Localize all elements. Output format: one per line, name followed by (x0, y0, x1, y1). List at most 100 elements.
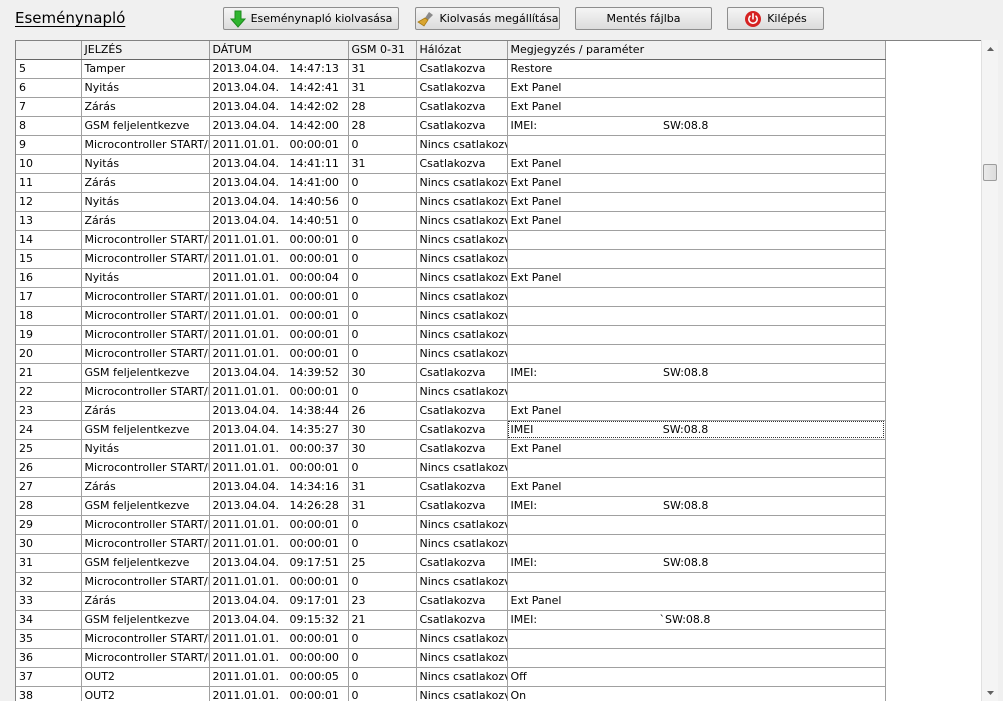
table-row[interactable]: 13 Zárás 2013.04.04. 14:40:51 0 Nincs csatla… (16, 211, 886, 231)
cell-note (507, 306, 886, 326)
table-row[interactable]: 29Microcontroller START/RESET2011.01.01.… (16, 515, 886, 535)
cell-gsm: 0 (348, 211, 417, 231)
table-header-row: JELZÉS DÁTUM GSM 0-31 Hálózat Megjegyzés… (16, 41, 886, 60)
table-row[interactable]: 17Microcontroller START/RESET2011.01.01.… (16, 287, 886, 307)
column-header-network[interactable]: Hálózat (416, 41, 508, 60)
cell-date: 2013.04.04. 14:41:11 (209, 154, 349, 174)
table-row[interactable]: 35Microcontroller START/RESET2011.01.01.… (16, 629, 886, 649)
table-row[interactable]: 37 OUT2 2011.01.01. 00:00:05 0 Nincs csatlak… (16, 667, 886, 687)
exit-button[interactable]: Kilépés (727, 7, 824, 30)
table-row[interactable]: 9Microcontroller START/RESET2011.01.01. … (16, 135, 886, 155)
table-row[interactable]: 28 GSM feljelentkezve 2013.04.04. 14:26:28… (16, 496, 886, 516)
cell-gsm: 30 (348, 420, 417, 440)
cell-note (507, 249, 886, 269)
cell-signal: Zárás (81, 477, 210, 497)
table-row[interactable]: 30Microcontroller START/RESET2011.01.01.… (16, 534, 886, 554)
table-row[interactable]: 26Microcontroller START/RESET2011.01.01.… (16, 458, 886, 478)
stop-reading-label: Kiolvasás megállítása (439, 12, 559, 25)
green-down-arrow-icon (229, 10, 246, 28)
cell-gsm: 0 (348, 306, 417, 326)
table-row[interactable]: 15Microcontroller START/RESET2011.01.01.… (16, 249, 886, 269)
cell-index: 35 (16, 629, 82, 649)
table-row[interactable]: 6 Nyitás 2013.04.04. 14:42:41 31 Csatlakozva… (16, 78, 886, 98)
save-to-file-button[interactable]: Mentés fájlba (575, 7, 712, 30)
cell-gsm: 26 (348, 401, 417, 421)
cell-network: Nincs csatlakozva (416, 230, 508, 250)
cell-note: Ext Panel (507, 591, 886, 611)
cell-signal: GSM feljelentkezve (81, 116, 210, 136)
cell-note: Ext Panel (507, 477, 886, 497)
vertical-scrollbar[interactable] (981, 40, 998, 701)
cell-signal: Zárás (81, 211, 210, 231)
cell-date: 2011.01.01. 00:00:01 (209, 135, 349, 155)
cell-date: 2011.01.01. 00:00:01 (209, 515, 349, 535)
cell-index: 36 (16, 648, 82, 668)
cell-index: 8 (16, 116, 82, 136)
read-log-label: Eseménynapló kiolvasása (250, 12, 393, 25)
cell-signal: Nyitás (81, 154, 210, 174)
cell-gsm: 25 (348, 553, 417, 573)
event-log-grid[interactable]: JELZÉS DÁTUM GSM 0-31 Hálózat Megjegyzés… (15, 40, 983, 701)
cell-signal: GSM feljelentkezve (81, 496, 210, 516)
cell-index: 6 (16, 78, 82, 98)
cell-gsm: 0 (348, 268, 417, 288)
scroll-up-arrow-icon[interactable] (982, 40, 998, 57)
cell-gsm: 0 (348, 686, 417, 701)
cell-network: Csatlakozva (416, 363, 508, 383)
cell-gsm: 0 (348, 534, 417, 554)
cell-network: Nincs csatlakozva (416, 325, 508, 345)
cell-signal: Microcontroller START/RESET (81, 344, 210, 364)
table-row[interactable]: 33 Zárás 2013.04.04. 09:17:01 23 Csatlakozva… (16, 591, 886, 611)
column-header-signal[interactable]: JELZÉS (81, 41, 210, 60)
table-row[interactable]: 7 Zárás 2013.04.04. 14:42:02 28 Csatlakozva E… (16, 97, 886, 117)
table-row[interactable]: 27 Zárás 2013.04.04. 14:34:16 31 Csatlakozva… (16, 477, 886, 497)
table-row[interactable]: 10 Nyitás 2013.04.04. 14:41:11 31 Csatlakozv… (16, 154, 886, 174)
table-row[interactable]: 23 Zárás 2013.04.04. 14:38:44 26 Csatlakozva… (16, 401, 886, 421)
table-row[interactable]: 38 OUT2 2011.01.01. 00:00:01 0 Nincs csatlak… (16, 686, 886, 701)
table-row[interactable]: 34 GSM feljelentkezve 2013.04.04. 09:15:32… (16, 610, 886, 630)
column-header-date[interactable]: DÁTUM (209, 41, 349, 60)
table-row[interactable]: 31 GSM feljelentkezve 2013.04.04. 09:17:51… (16, 553, 886, 573)
cell-note: IMEI: `SW:08.8 (507, 610, 886, 630)
column-header-index[interactable] (16, 41, 82, 60)
cell-note: Ext Panel (507, 192, 886, 212)
cell-index: 29 (16, 515, 82, 535)
column-header-note[interactable]: Megjegyzés / paraméter (507, 41, 886, 60)
cell-signal: GSM feljelentkezve (81, 610, 210, 630)
table-row[interactable]: 21 GSM feljelentkezve 2013.04.04. 14:39:52… (16, 363, 886, 383)
cell-network: Csatlakozva (416, 420, 508, 440)
scrollbar-thumb[interactable] (983, 164, 997, 181)
cell-signal: OUT2 (81, 686, 210, 701)
table-row[interactable]: 12 Nyitás 2013.04.04. 14:40:56 0 Nincs csatl… (16, 192, 886, 212)
table-row[interactable]: 18Microcontroller START/RESET2011.01.01.… (16, 306, 886, 326)
cell-index: 37 (16, 667, 82, 687)
table-row[interactable]: 32Microcontroller START/RESET2011.01.01.… (16, 572, 886, 592)
stop-reading-button[interactable]: Kiolvasás megállítása (415, 7, 560, 30)
table-row[interactable]: 11 Zárás 2013.04.04. 14:41:00 0 Nincs csatla… (16, 173, 886, 193)
scroll-down-arrow-icon[interactable] (982, 684, 998, 701)
cell-note: Ext Panel (507, 154, 886, 174)
table-row[interactable]: 25 Nyitás 2011.01.01. 00:00:37 30 Csatlakozv… (16, 439, 886, 459)
table-row[interactable]: 19Microcontroller START/RESET2011.01.01.… (16, 325, 886, 345)
cell-date: 2011.01.01. 00:00:01 (209, 629, 349, 649)
cell-date: 2011.01.01. 00:00:01 (209, 344, 349, 364)
read-log-button[interactable]: Eseménynapló kiolvasása (223, 7, 399, 30)
cell-gsm: 0 (348, 667, 417, 687)
cell-network: Nincs csatlakozva (416, 629, 508, 649)
table-row[interactable]: 20Microcontroller START/RESET2011.01.01.… (16, 344, 886, 364)
table-row[interactable]: 5 Tamper 2013.04.04. 14:47:13 31 Csatlakozva… (16, 59, 886, 79)
cell-network: Csatlakozva (416, 59, 508, 79)
table-row[interactable]: 36Microcontroller START/RESET2011.01.01.… (16, 648, 886, 668)
cell-index: 30 (16, 534, 82, 554)
column-header-gsm[interactable]: GSM 0-31 (348, 41, 417, 60)
table-row[interactable]: 24 GSM feljelentkezve 2013.04.04. 14:35:27… (16, 420, 886, 440)
table-row[interactable]: 8 GSM feljelentkezve 2013.04.04. 14:42:00 2… (16, 116, 886, 136)
cell-signal: Nyitás (81, 192, 210, 212)
cell-note: Off (507, 667, 886, 687)
cell-index: 10 (16, 154, 82, 174)
table-row[interactable]: 16 Nyitás 2011.01.01. 00:00:04 0 Nincs csatl… (16, 268, 886, 288)
table-row[interactable]: 22Microcontroller START/RESET2011.01.01.… (16, 382, 886, 402)
table-row[interactable]: 14Microcontroller START/RESET2011.01.01.… (16, 230, 886, 250)
cell-note: Ext Panel (507, 97, 886, 117)
cell-index: 25 (16, 439, 82, 459)
